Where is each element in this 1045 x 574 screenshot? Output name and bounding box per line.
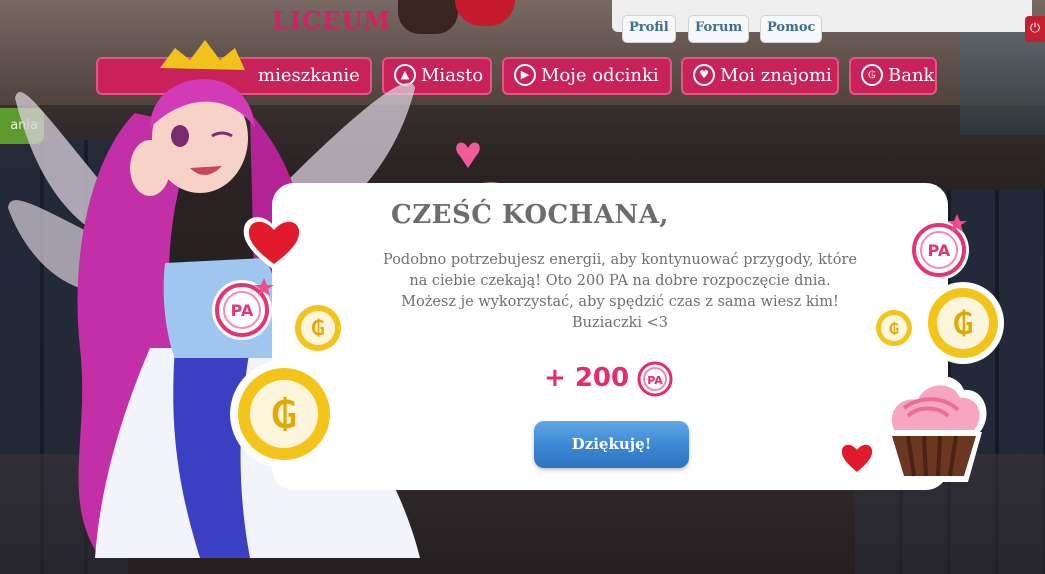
tab-moi-znajomi-label: Moi znajomi: [720, 65, 832, 86]
pa-token-label: PA: [647, 374, 663, 387]
svg-text:₲: ₲: [889, 320, 899, 338]
gold-coin-icon: ₲: [290, 300, 346, 356]
profile-link[interactable]: Profil: [622, 15, 676, 43]
svg-text:₲: ₲: [953, 307, 974, 342]
cupcake-icon: [885, 375, 987, 482]
reward-amount: + 200: [544, 363, 630, 393]
coin-icon: ₲: [861, 63, 883, 86]
pa-token-icon: PA: [637, 361, 673, 397]
tab-moje-odcinki[interactable]: ▶ Moje odcinki: [502, 57, 672, 95]
thanks-button[interactable]: Dziękuję!: [534, 421, 689, 468]
svg-text:₲: ₲: [311, 316, 325, 340]
svg-text:₲: ₲: [271, 393, 297, 437]
heart-icon: [837, 441, 877, 476]
gold-coin-icon: ₲: [230, 360, 338, 468]
tab-bank-label: Bank: [888, 65, 935, 86]
forum-link[interactable]: Forum: [688, 15, 750, 43]
dialog-message: Podobno potrzebujesz energii, aby kontyn…: [383, 252, 857, 331]
pa-token-label: PA: [928, 241, 951, 260]
tab-moi-znajomi[interactable]: ♥ Moi znajomi: [681, 57, 839, 95]
dialog-title: CZEŚĆ KOCHANA,: [391, 200, 669, 230]
pa-token-icon: PA: [909, 214, 969, 280]
heart-icon: ♥: [693, 63, 715, 86]
tab-bank[interactable]: ₲ Bank: [849, 57, 937, 95]
gold-coin-icon: ₲: [872, 306, 916, 350]
help-link[interactable]: Pomoc: [760, 15, 823, 43]
gold-coin-icon: ₲: [922, 282, 1004, 364]
pa-token-label: PA: [231, 301, 254, 320]
pa-token-icon: PA: [212, 278, 274, 340]
tab-moje-odcinki-label: Moje odcinki: [541, 65, 659, 86]
power-icon[interactable]: ⏻: [1025, 16, 1045, 42]
heart-icon: [243, 217, 305, 270]
